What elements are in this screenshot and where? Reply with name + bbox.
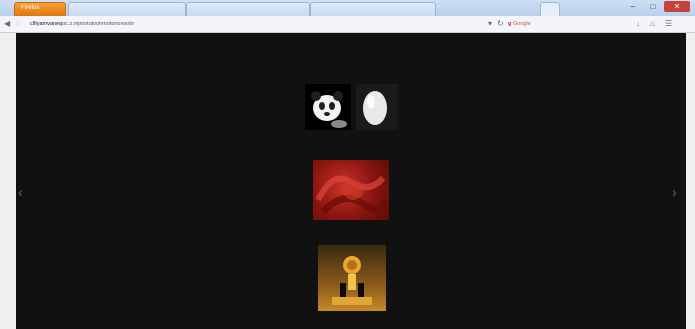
close-icon: ✕ [673,2,681,11]
next-arrow-icon[interactable]: › [672,185,677,199]
home-icon[interactable]: ⌂ [650,19,655,29]
globe-icon: ◌ [16,19,21,28]
url-bar[interactable]: clfiyamvaneqoc.z.mjmotutvohmotonovooto [30,19,150,29]
panda-figure-icon [311,91,347,128]
previous-arrow-icon[interactable]: ‹ [18,185,23,199]
gold-statue-icon [332,256,372,305]
tab-strip: Firefox – □ ✕ [0,0,695,16]
download-icon[interactable]: ↓ [636,19,640,29]
url-host: clfiyamvaneq [30,21,63,27]
firefox-menu-label: Firefox [21,5,40,11]
browser-tab[interactable] [186,2,310,16]
minimize-button[interactable]: – [624,1,642,12]
search-engine-label: Google [512,21,531,27]
navigation-toolbar: ◀ ◌ clfiyamvaneqoc.z.mjmotutvohmotonovoo… [0,16,695,33]
browser-tab[interactable] [310,2,436,16]
reload-icon[interactable]: ↻ [497,19,504,29]
white-egg-icon [363,91,387,125]
maximize-icon: □ [650,2,656,11]
thumbnail-egg[interactable] [356,84,398,130]
thumbnail-panda[interactable] [305,84,351,130]
thumbnail-gold-statue[interactable] [318,245,386,311]
url-path: oc.z.mjmotutvohmotonovooto [62,21,134,27]
close-button[interactable]: ✕ [664,1,690,12]
minimize-icon: – [630,2,636,11]
browser-tab[interactable] [68,2,186,16]
red-abstract-icon [315,175,389,215]
back-icon[interactable]: ◀ [4,19,10,29]
dropdown-icon[interactable]: ▾ [488,19,492,29]
page-edge-left [0,33,16,329]
menu-icon[interactable]: ☰ [665,19,672,29]
thumbnail-red-texture[interactable] [313,160,389,220]
new-tab-button[interactable] [540,2,560,16]
search-bar[interactable]: g Google [508,19,578,29]
maximize-button[interactable]: □ [644,1,662,12]
google-search-icon: g [508,21,512,27]
firefox-menu-button[interactable]: Firefox [14,2,66,16]
page-edge-right [686,33,695,329]
